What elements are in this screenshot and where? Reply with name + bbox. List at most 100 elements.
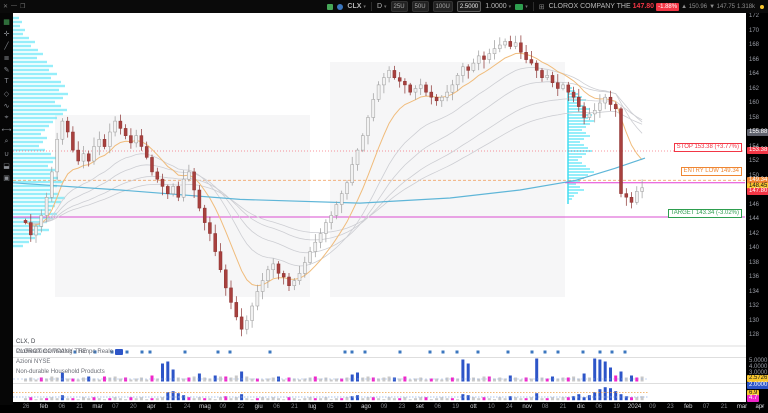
chart-style-button[interactable]: ▾ xyxy=(515,4,528,10)
size-field[interactable]: 1.0000▾ xyxy=(485,3,511,10)
trendline-tool-icon[interactable]: ╱ xyxy=(1,40,12,51)
price-tick-label: 166 xyxy=(749,57,759,63)
close-window-icon[interactable]: ✕ xyxy=(3,3,8,10)
time-tick-label: ago xyxy=(361,404,371,411)
time-tick-label: ott xyxy=(470,404,477,411)
stop-label[interactable]: STOP 153.38 (+3.77%) xyxy=(674,143,742,152)
ticker-volume: 1.318k xyxy=(737,4,755,10)
time-tick-label: 06 xyxy=(434,404,441,411)
ticker-name: CLOROX COMPANY THE xyxy=(549,3,631,10)
interval-label: D xyxy=(377,3,382,10)
ticker-last-price: 147.80 xyxy=(633,3,654,10)
time-tick-label: 06 xyxy=(58,404,65,411)
toolbar-divider xyxy=(533,2,534,11)
watchlist-icon[interactable]: ▦ xyxy=(1,16,12,27)
time-tick-label: 24 xyxy=(184,404,191,411)
ticker-high: ▲ 150.96 xyxy=(681,4,707,10)
ticker-change-badge: -1.88% xyxy=(656,3,679,11)
magnet-tool-icon[interactable]: ∪ xyxy=(1,148,12,159)
time-tick-label: 23 xyxy=(667,404,674,411)
time-tick-label: mag xyxy=(199,404,211,411)
text-tool-icon[interactable]: T xyxy=(1,76,12,87)
time-tick-label: 20 xyxy=(130,404,137,411)
price-tick-label: 132 xyxy=(749,303,759,309)
time-tick-label: mar xyxy=(92,404,102,411)
qty-button-25u[interactable]: 25U xyxy=(391,1,408,12)
size-value: 1.0000 xyxy=(485,3,506,10)
chevron-down-icon: ▾ xyxy=(384,4,387,10)
indicator-histogram-1 xyxy=(24,359,644,382)
forecast-tool-icon[interactable]: ⌖ xyxy=(1,112,12,123)
zoom-tool-icon[interactable]: ⌕ xyxy=(1,136,12,147)
account-icon[interactable] xyxy=(337,4,343,10)
interval-selector[interactable]: D▾ xyxy=(377,3,387,10)
time-tick-label: 08 xyxy=(542,404,549,411)
time-tick-label: 19 xyxy=(452,404,459,411)
threshold-lines xyxy=(13,379,648,397)
chart-legend[interactable]: CLX, D CLOROX COMPANY THE Azioni NYSE No… xyxy=(16,334,105,380)
brush-tool-icon[interactable]: ✎ xyxy=(1,64,12,75)
time-tick-label: 06 xyxy=(273,404,280,411)
time-tick-label: 07 xyxy=(112,404,119,411)
indicator-histogram-2 xyxy=(24,387,644,400)
layout-grid-button[interactable]: ⊞ xyxy=(539,3,545,11)
time-tick-label: 19 xyxy=(613,404,620,411)
qty-button-50u[interactable]: 50U xyxy=(412,1,429,12)
indicator-legend[interactable]: ProRealTime Trading - Tempo Reale xyxy=(16,349,123,355)
price-tick-label: 158 xyxy=(749,115,759,121)
time-tick-label: 21 xyxy=(721,404,728,411)
time-tick-label: lug xyxy=(308,404,316,411)
time-tick-label: 21 xyxy=(76,404,83,411)
price-axis-badge: 4.7 xyxy=(747,395,759,402)
trading-platform-window: ✕ — ❐ CLX▾ D▾ 25U 50U 100U 2.5000 1.0000… xyxy=(0,0,768,413)
indicator-value-badge xyxy=(115,349,123,355)
time-tick-label: 19 xyxy=(345,404,352,411)
minimize-window-icon[interactable]: — xyxy=(11,3,17,10)
legend-sector: Non-durable Household Products xyxy=(16,370,105,374)
price-tick-label: 160 xyxy=(749,100,759,106)
price-axis-badge: 147.80 xyxy=(747,188,768,195)
time-tick-label: dic xyxy=(577,404,585,411)
price-tick-label: 162 xyxy=(749,86,759,92)
lock-tool-icon[interactable]: ⬓ xyxy=(1,160,12,171)
fib-tool-icon[interactable]: ≣ xyxy=(1,52,12,63)
chevron-down-icon: ▾ xyxy=(525,4,528,10)
chevron-down-icon: ▾ xyxy=(509,4,512,10)
time-tick-label: 26 xyxy=(23,404,30,411)
grid-icon: ⊞ xyxy=(539,3,545,11)
trash-tool-icon[interactable]: ▣ xyxy=(1,172,12,183)
price-tick-label: 142 xyxy=(749,231,759,237)
time-tick-label: 05 xyxy=(327,404,334,411)
time-axis[interactable]: ◔ 26feb0621mar0720apr1124mag0922giu0621l… xyxy=(0,402,768,413)
symbol-selector[interactable]: CLX▾ xyxy=(347,3,366,10)
time-tick-label: nov xyxy=(522,404,532,411)
window-controls[interactable]: ✕ — ❐ xyxy=(3,3,25,10)
qty-button-100u[interactable]: 100U xyxy=(433,1,453,12)
price-tick-label: 152 xyxy=(749,158,759,164)
time-tick-label: 21 xyxy=(560,404,567,411)
time-tick-label: 23 xyxy=(399,404,406,411)
price-tick-label: 168 xyxy=(749,42,759,48)
shapes-tool-icon[interactable]: ◇ xyxy=(1,88,12,99)
signal-dots xyxy=(74,351,627,354)
top-toolbar: ✕ — ❐ CLX▾ D▾ 25U 50U 100U 2.5000 1.0000… xyxy=(0,0,768,13)
time-tick-label: 22 xyxy=(237,404,244,411)
entry-label[interactable]: ENTRY LOW 149.34 xyxy=(681,167,742,176)
price-step-field[interactable]: 2.5000 xyxy=(457,1,481,12)
price-axis[interactable]: 1721701681661641621601581561541521501481… xyxy=(746,13,768,402)
price-axis-badge: 153.38 xyxy=(747,147,768,154)
drawing-toolbar: ▦✛╱≣✎T◇∿⌖⟷⌕∪⬓▣ xyxy=(0,13,13,405)
time-tick-label: 06 xyxy=(595,404,602,411)
time-tick-label: apr xyxy=(756,404,765,411)
target-label[interactable]: TARGET 143.34 (-3.02%) xyxy=(668,209,742,218)
measure-tool-icon[interactable]: ⟷ xyxy=(1,124,12,135)
anchored-volume-profile xyxy=(568,86,594,204)
pattern-tool-icon[interactable]: ∿ xyxy=(1,100,12,111)
crosshair-tool-icon[interactable]: ✛ xyxy=(1,28,12,39)
time-tick-label: 07 xyxy=(703,404,710,411)
time-tick-label: giu xyxy=(255,404,263,411)
price-tick-label: 128 xyxy=(749,332,759,338)
restore-window-icon[interactable]: ❐ xyxy=(20,3,25,10)
indicator-name: ProRealTime Trading - Tempo Reale xyxy=(16,349,113,355)
price-tick-label: 172 xyxy=(749,13,759,19)
